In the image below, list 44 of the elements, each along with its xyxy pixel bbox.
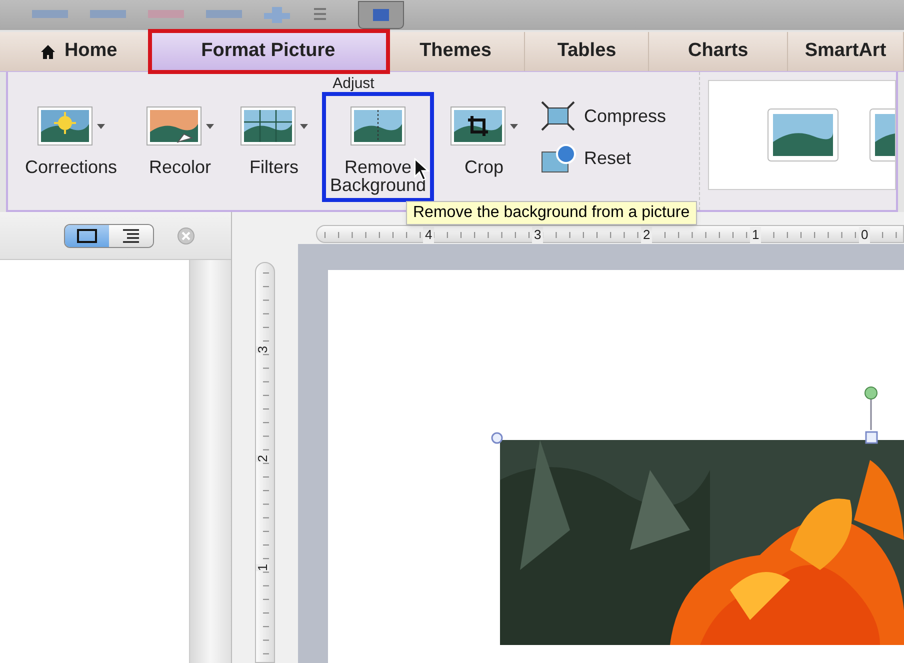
ruler-label: 3 (532, 227, 544, 243)
ribbon-button[interactable]: Reset (540, 142, 666, 174)
ribbon-button[interactable]: Filters (230, 96, 318, 206)
group-label: Adjust (332, 74, 376, 94)
caret-icon (206, 124, 214, 128)
ribbon-tab[interactable]: SmartArt (788, 32, 904, 71)
caret-icon (510, 124, 518, 128)
outline-view-button[interactable] (109, 224, 153, 246)
ribbon-button[interactable]: Recolor (134, 96, 226, 206)
text-box-button[interactable] (358, 1, 404, 29)
ruler-label: 3 (256, 346, 270, 354)
picture-style-icon (767, 108, 839, 162)
resize-handle (491, 432, 503, 444)
ribbon-tab[interactable]: Charts (649, 32, 788, 71)
landscape-icon (350, 106, 406, 146)
plus-icon[interactable] (262, 7, 292, 23)
ribbon-tab[interactable]: Tables (525, 32, 650, 71)
ruler-label: 2 (641, 227, 652, 243)
landscape-icon (37, 106, 93, 146)
ribbon-button[interactable]: Corrections (12, 96, 130, 206)
home-icon (40, 44, 56, 60)
ribbon-tab[interactable]: Format Picture (150, 32, 387, 71)
landscape-icon (146, 106, 202, 146)
slide-icon (77, 228, 97, 242)
ribbon-button[interactable]: Remove Background (322, 92, 434, 202)
ruler-label: 1 (256, 564, 270, 572)
close-icon[interactable] (176, 226, 196, 246)
ruler-label: 2 (256, 454, 270, 462)
reset-icon (540, 142, 576, 174)
ribbon-button[interactable]: Compress (540, 100, 666, 132)
ribbon-tab[interactable]: Themes (386, 32, 526, 71)
lines-icon (121, 228, 141, 244)
resize-handle (865, 431, 878, 444)
caret-icon (97, 124, 105, 128)
ruler-label: 1 (750, 227, 762, 243)
ruler-label: 4 (423, 227, 434, 243)
text-box-icon (371, 7, 391, 23)
ruler-label: 0 (859, 227, 870, 243)
landscape-icon (240, 106, 296, 146)
tooltip: Remove the background from a picture (406, 201, 697, 225)
normal-view-button[interactable] (65, 224, 109, 246)
caret-icon (300, 124, 308, 128)
compress-icon (540, 100, 576, 132)
landscape-icon (450, 106, 506, 146)
